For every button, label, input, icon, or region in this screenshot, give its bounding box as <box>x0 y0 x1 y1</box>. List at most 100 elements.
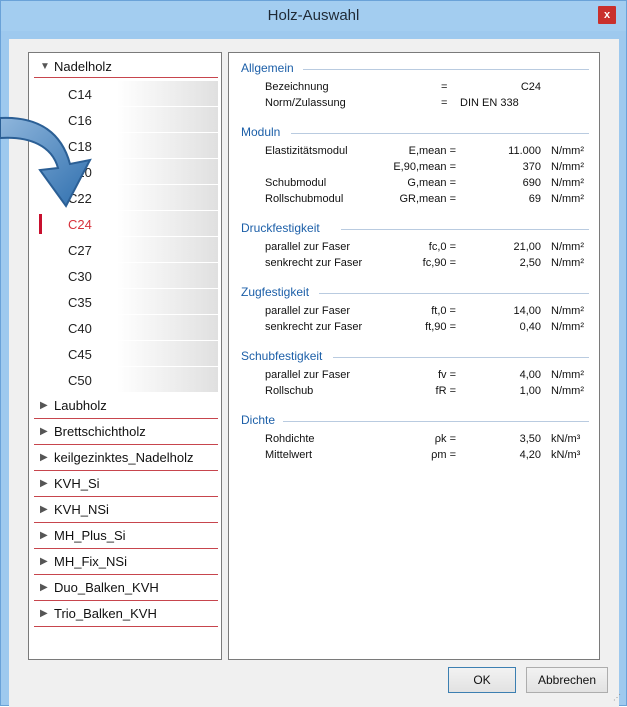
property-name: parallel zur Faser <box>265 369 350 381</box>
wood-details-panel: Allgemein Bezeichnung = C24 Norm/Zulassung = D… <box>228 52 600 660</box>
property-value: 1,00 <box>519 385 541 397</box>
tree-group-mh_fix_nsi[interactable]: ▶ MH_Fix_NSi <box>34 551 218 575</box>
property-unit: N/mm² <box>551 321 584 333</box>
property-symbol: G,mean = <box>407 177 456 189</box>
tree-group-trio_balken_kvh[interactable]: ▶ Trio_Balken_KVH <box>34 603 218 627</box>
property-unit: N/mm² <box>551 161 584 173</box>
property-unit: N/mm² <box>551 193 584 205</box>
property-row: parallel zur Faser fc,0 = 21,00 N/mm² <box>229 241 601 257</box>
property-symbol: E,90,mean = <box>393 161 456 173</box>
property-row: Mittelwert ρm = 4,20 kN/m³ <box>229 449 601 465</box>
section-divider <box>291 133 589 134</box>
tree-group-label: MH_Plus_Si <box>54 528 126 543</box>
section-heading-allgemein: Allgemein <box>241 61 294 75</box>
property-name: Elastizitätsmodul <box>265 145 348 157</box>
tree-group-duo_balken_kvh[interactable]: ▶ Duo_Balken_KVH <box>34 577 218 601</box>
ok-button[interactable]: OK <box>448 667 516 693</box>
property-symbol: = <box>441 97 448 109</box>
property-symbol: fR = <box>435 385 456 397</box>
section-heading-schub: Schubfestigkeit <box>241 349 323 363</box>
property-name: Rollschub <box>265 385 314 397</box>
property-value: DIN EN 338 <box>460 97 519 109</box>
property-row: Rohdichte ρk = 3,50 kN/m³ <box>229 433 601 449</box>
section-divider <box>303 69 589 70</box>
tree-child-c50[interactable]: C50 <box>34 367 218 393</box>
tree-group-brettschichtholz[interactable]: ▶ Brettschichtholz <box>34 421 218 445</box>
triangle-right-icon[interactable]: ▶ <box>40 400 48 411</box>
close-button[interactable]: x <box>598 6 616 24</box>
tree-group-label: KVH_NSi <box>54 502 109 517</box>
tree-group-laubholz[interactable]: ▶ Laubholz <box>34 395 218 419</box>
property-symbol: ft,90 = <box>425 321 456 333</box>
property-unit: N/mm² <box>551 385 584 397</box>
tree-child-label: C50 <box>68 373 92 388</box>
tree-child-label: C27 <box>68 243 92 258</box>
property-row: Elastizitätsmodul E,mean = 11.000 N/mm² <box>229 145 601 161</box>
property-symbol: E,mean = <box>408 145 456 157</box>
tree-child-c27[interactable]: C27 <box>34 237 218 263</box>
property-name: Norm/Zulassung <box>265 97 346 109</box>
tree-group-mh_plus_si[interactable]: ▶ MH_Plus_Si <box>34 525 218 549</box>
window-title: Holz-Auswahl <box>267 7 360 24</box>
property-symbol: ft,0 = <box>431 305 456 317</box>
title-bar[interactable]: Holz-Auswahl x <box>1 1 626 31</box>
property-row: Rollschubmodul GR,mean = 69 N/mm² <box>229 193 601 209</box>
property-unit: kN/m³ <box>551 449 581 461</box>
property-symbol: fv = <box>437 369 456 381</box>
cancel-button[interactable]: Abbrechen <box>526 667 608 693</box>
tree-child-c30[interactable]: C30 <box>34 263 218 289</box>
triangle-right-icon[interactable]: ▶ <box>40 608 48 619</box>
section-divider <box>341 229 589 230</box>
property-row: parallel zur Faser fv = 4,00 N/mm² <box>229 369 601 385</box>
tree-group-label: keilgezinktes_Nadelholz <box>54 450 194 465</box>
property-symbol: fc,0 = <box>428 241 456 253</box>
triangle-down-icon[interactable]: ▼ <box>40 61 50 72</box>
tree-child-c35[interactable]: C35 <box>34 289 218 315</box>
tree-group-keilgezinktes_nadelholz[interactable]: ▶ keilgezinktes_Nadelholz <box>34 447 218 471</box>
property-row: Rollschub fR = 1,00 N/mm² <box>229 385 601 401</box>
property-name: Schubmodul <box>265 177 327 189</box>
tree-child-c45[interactable]: C45 <box>34 341 218 367</box>
property-value: 11.000 <box>508 145 541 157</box>
triangle-right-icon[interactable]: ▶ <box>40 452 48 463</box>
tree-child-c40[interactable]: C40 <box>34 315 218 341</box>
property-name: Bezeichnung <box>265 81 329 93</box>
property-name: Rollschubmodul <box>265 193 344 205</box>
section-heading-moduln: Moduln <box>241 125 281 139</box>
tree-group-label: Duo_Balken_KVH <box>54 580 159 595</box>
property-symbol: GR,mean = <box>399 193 456 205</box>
property-value: C24 <box>520 81 541 93</box>
tree-group-label: Laubholz <box>54 398 107 413</box>
property-symbol: ρm = <box>431 449 456 461</box>
tree-group-kvh_si[interactable]: ▶ KVH_Si <box>34 473 218 497</box>
tree-group-kvh_nsi[interactable]: ▶ KVH_NSi <box>34 499 218 523</box>
tree-child-label: C40 <box>68 321 92 336</box>
triangle-right-icon[interactable]: ▶ <box>40 582 48 593</box>
property-value: 69 <box>528 193 541 205</box>
triangle-right-icon[interactable]: ▶ <box>40 504 48 515</box>
property-value: 0,40 <box>519 321 541 333</box>
tree-child-label: C24 <box>68 217 92 232</box>
tree-child-label: C30 <box>68 269 92 284</box>
triangle-right-icon[interactable]: ▶ <box>40 556 48 567</box>
triangle-right-icon[interactable]: ▶ <box>40 530 48 541</box>
property-row: senkrecht zur Faser fc,90 = 2,50 N/mm² <box>229 257 601 273</box>
property-value: 370 <box>522 161 541 173</box>
tree-child-label: C35 <box>68 295 92 310</box>
tree-child-c14[interactable]: C14 <box>34 81 218 107</box>
property-value: 690 <box>522 177 541 189</box>
property-name: senkrecht zur Faser <box>265 257 363 269</box>
tree-group-label: MH_Fix_NSi <box>54 554 127 569</box>
section-heading-zug: Zugfestigkeit <box>241 285 310 299</box>
property-value: 3,50 <box>519 433 541 445</box>
property-row: Schubmodul G,mean = 690 N/mm² <box>229 177 601 193</box>
tree-group-nadelholz[interactable]: ▼ Nadelholz <box>34 56 218 78</box>
resize-grip-icon[interactable]: ⋰ <box>613 693 621 702</box>
triangle-right-icon[interactable]: ▶ <box>40 426 48 437</box>
property-symbol: ρk = <box>434 433 456 445</box>
property-value: 2,50 <box>519 257 541 269</box>
property-unit: kN/m³ <box>551 433 581 445</box>
triangle-right-icon[interactable]: ▶ <box>40 478 48 489</box>
arrow-pointer-icon <box>0 116 92 208</box>
property-unit: N/mm² <box>551 257 584 269</box>
